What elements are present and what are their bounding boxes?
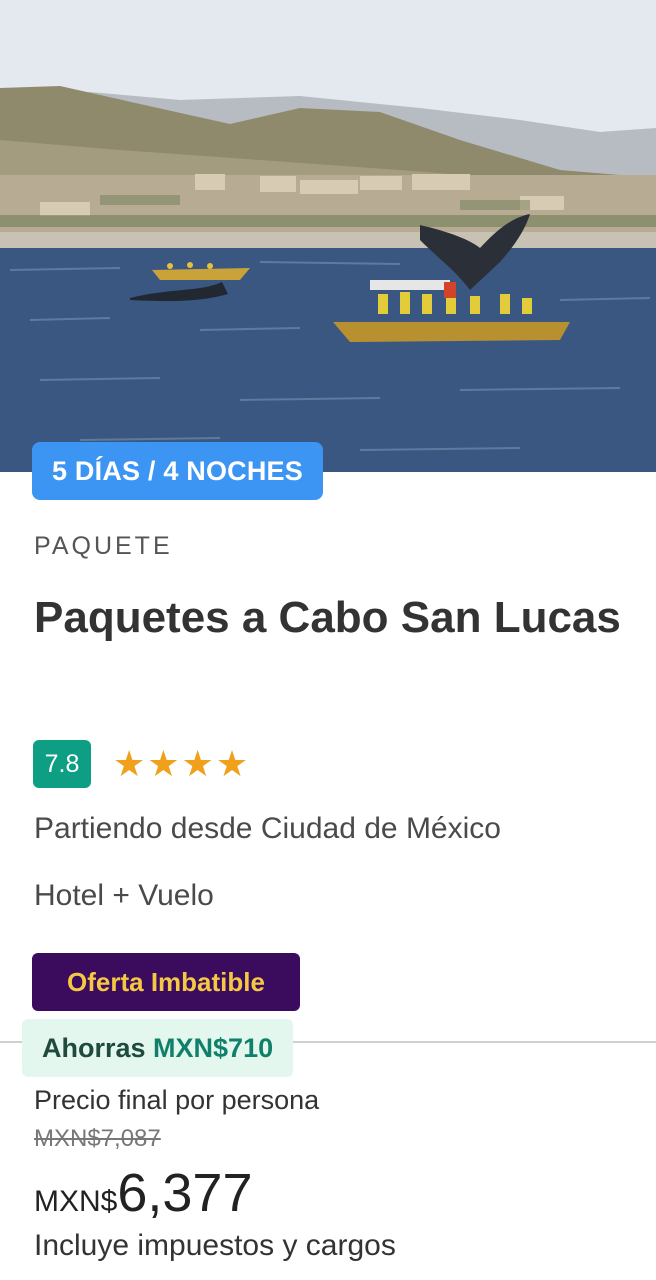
product-category: PAQUETE [34,532,173,560]
duration-badge: 5 DÍAS / 4 NOCHES [32,442,323,500]
price-currency: MXN$ [34,1185,118,1218]
hero-image[interactable] [0,0,656,472]
hero-photo [0,0,656,472]
savings-amount: MXN$710 [153,1033,274,1063]
star-rating-icons: ★★★★ [113,743,251,784]
old-price: MXN$7,087 [34,1125,161,1152]
includes-text: Hotel + Vuelo [34,879,214,912]
deal-badge: Oferta Imbatible [32,953,300,1011]
price-label: Precio final por persona [34,1085,320,1115]
rating-row: 7.8 ★★★★ [33,740,250,788]
origin-text: Partiendo desde Ciudad de México [34,812,501,845]
savings-label: Ahorras [42,1033,146,1063]
package-title[interactable]: Paquetes a Cabo San Lucas [34,584,634,652]
price-amount: 6,377 [117,1163,253,1223]
taxes-note: Incluye impuestos y cargos [34,1229,396,1262]
rating-score-badge: 7.8 [33,740,91,788]
final-price[interactable]: MXN$6,377 [34,1162,253,1224]
savings-badge: Ahorras MXN$710 [22,1019,294,1077]
